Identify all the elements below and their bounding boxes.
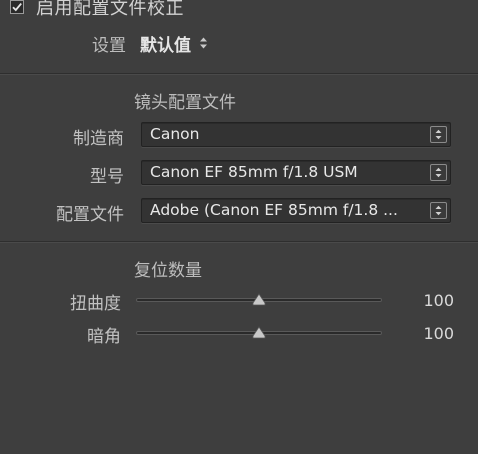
up-down-arrows-icon: [430, 126, 447, 143]
model-label: 型号: [90, 167, 124, 187]
manufacturer-value: Canon: [150, 125, 200, 143]
distortion-label: 扭曲度: [70, 294, 121, 314]
profile-select[interactable]: Adobe (Canon EF 85mm f/1.8 ...: [141, 198, 451, 223]
manufacturer-label: 制造商: [73, 129, 124, 149]
settings-dropdown[interactable]: 默认值: [140, 31, 191, 56]
lens-correction-panel: 启用配置文件校正 设置 默认值 镜头配置文件 制造商 Canon 型号 Cano…: [0, 0, 478, 454]
divider: [0, 73, 478, 74]
checkmark-icon: [12, 3, 22, 12]
up-down-arrows-icon: [430, 164, 447, 181]
vignette-value[interactable]: 100: [423, 324, 454, 343]
model-select[interactable]: Canon EF 85mm f/1.8 USM: [141, 160, 451, 185]
up-down-arrows-icon[interactable]: [199, 36, 208, 50]
profile-label: 配置文件: [56, 205, 124, 225]
distortion-value[interactable]: 100: [423, 291, 454, 310]
settings-row: 设置 默认值: [92, 30, 208, 56]
enable-profile-row[interactable]: 启用配置文件校正: [10, 0, 184, 20]
settings-label: 设置: [92, 35, 126, 56]
up-down-arrows-icon: [430, 202, 447, 219]
divider: [0, 241, 478, 242]
manufacturer-select[interactable]: Canon: [141, 122, 451, 147]
profile-value: Adobe (Canon EF 85mm f/1.8 ...: [150, 201, 398, 219]
enable-profile-label: 启用配置文件校正: [36, 0, 184, 19]
vignette-slider-thumb[interactable]: [252, 326, 266, 340]
amount-title: 复位数量: [134, 261, 202, 281]
distortion-slider-thumb[interactable]: [252, 293, 266, 307]
lens-profile-title: 镜头配置文件: [134, 93, 236, 113]
vignette-label: 暗角: [87, 327, 121, 347]
model-value: Canon EF 85mm f/1.8 USM: [150, 163, 358, 181]
enable-profile-checkbox[interactable]: [10, 0, 24, 14]
